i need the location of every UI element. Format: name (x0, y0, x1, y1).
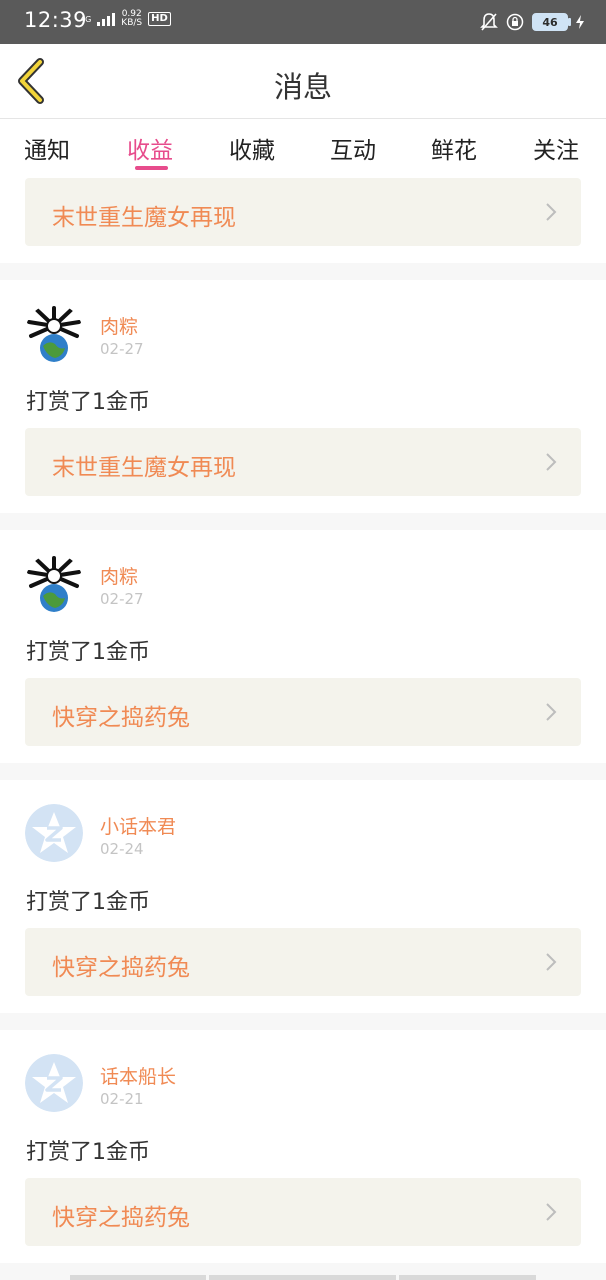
tab-bar: 通知 收益 收藏 互动 鲜花 关注 (0, 119, 606, 174)
list-item: 话本船长 02-21 打赏了1金币 快穿之捣药兔 (0, 1030, 606, 1263)
book-link[interactable]: 末世重生魔女再现 (25, 178, 581, 246)
user-name[interactable]: 肉粽 (100, 312, 138, 339)
battery-icon: 46 (532, 13, 571, 31)
book-title: 快穿之捣药兔 (52, 1205, 190, 1231)
chevron-right-icon (546, 953, 557, 971)
bottom-bar-edge (209, 1275, 396, 1280)
book-link[interactable]: 快穿之捣药兔 (25, 1178, 581, 1246)
book-title: 快穿之捣药兔 (52, 955, 190, 981)
mute-bell-icon (480, 13, 498, 31)
reward-text: 打赏了1金币 (26, 890, 150, 915)
book-link[interactable]: 快穿之捣药兔 (25, 928, 581, 996)
book-title: 末世重生魔女再现 (52, 455, 236, 481)
active-tab-indicator (135, 166, 168, 170)
message-date: 02-24 (100, 840, 144, 858)
user-name[interactable]: 话本船长 (100, 1062, 176, 1089)
chevron-right-icon (546, 203, 557, 221)
book-title: 末世重生魔女再现 (52, 205, 236, 231)
bottom-bar-edge (399, 1275, 536, 1280)
message-date: 02-21 (100, 1090, 144, 1108)
spider-globe-avatar-icon (25, 304, 83, 362)
bottom-bar-edge (70, 1275, 206, 1280)
chevron-right-icon (546, 703, 557, 721)
book-title: 快穿之捣药兔 (52, 705, 190, 731)
chevron-right-icon (546, 453, 557, 471)
status-bar: 12:39 4G 0.92 KB/S HD 46 (0, 0, 606, 44)
tab-earnings[interactable]: 收益 (127, 131, 173, 165)
status-time: 12:39 (24, 8, 88, 32)
message-date: 02-27 (100, 590, 144, 608)
list-item: 小话本君 02-24 打赏了1金币 快穿之捣药兔 (0, 780, 606, 1013)
tab-interaction[interactable]: 互动 (330, 131, 376, 165)
user-name[interactable]: 小话本君 (100, 812, 176, 839)
page-title: 消息 (273, 70, 332, 104)
chevron-right-icon (546, 1203, 557, 1221)
tab-notifications[interactable]: 通知 (24, 131, 70, 165)
user-name[interactable]: 肉粽 (100, 562, 138, 589)
avatar[interactable] (25, 1054, 83, 1112)
signal-icon (97, 12, 116, 26)
header: 消息 (0, 44, 606, 119)
message-list[interactable]: 末世重生魔女再现 肉粽 02-27 打赏了1金币 末世重生魔女再现 肉粽 02-… (0, 174, 606, 1280)
reward-text: 打赏了1金币 (26, 1140, 150, 1165)
tab-favorites[interactable]: 收藏 (229, 131, 275, 165)
list-item: 末世重生魔女再现 (0, 174, 606, 263)
spider-globe-avatar-icon (25, 554, 83, 612)
tab-flowers[interactable]: 鲜花 (431, 131, 477, 165)
tab-following[interactable]: 关注 (533, 131, 579, 165)
hd-badge: HD (148, 12, 171, 26)
default-z-avatar-icon (25, 1054, 83, 1112)
avatar[interactable] (25, 554, 83, 612)
message-date: 02-27 (100, 340, 144, 358)
book-link[interactable]: 末世重生魔女再现 (25, 428, 581, 496)
avatar[interactable] (25, 804, 83, 862)
network-type: 4G (80, 14, 92, 24)
avatar[interactable] (25, 304, 83, 362)
status-left-icons: 4G 0.92 KB/S HD (80, 10, 171, 28)
net-speed-unit: KB/S (121, 18, 143, 28)
charging-icon (576, 15, 584, 29)
battery-level: 46 (542, 15, 558, 29)
list-item: 肉粽 02-27 打赏了1金币 末世重生魔女再现 (0, 280, 606, 513)
reward-text: 打赏了1金币 (26, 390, 150, 415)
net-speed: 0.92 KB/S (121, 10, 142, 28)
list-item: 肉粽 02-27 打赏了1金币 快穿之捣药兔 (0, 530, 606, 763)
default-z-avatar-icon (25, 804, 83, 862)
book-link[interactable]: 快穿之捣药兔 (25, 678, 581, 746)
rotation-lock-icon (506, 13, 524, 31)
status-right-icons: 46 (480, 12, 584, 32)
reward-text: 打赏了1金币 (26, 640, 150, 665)
